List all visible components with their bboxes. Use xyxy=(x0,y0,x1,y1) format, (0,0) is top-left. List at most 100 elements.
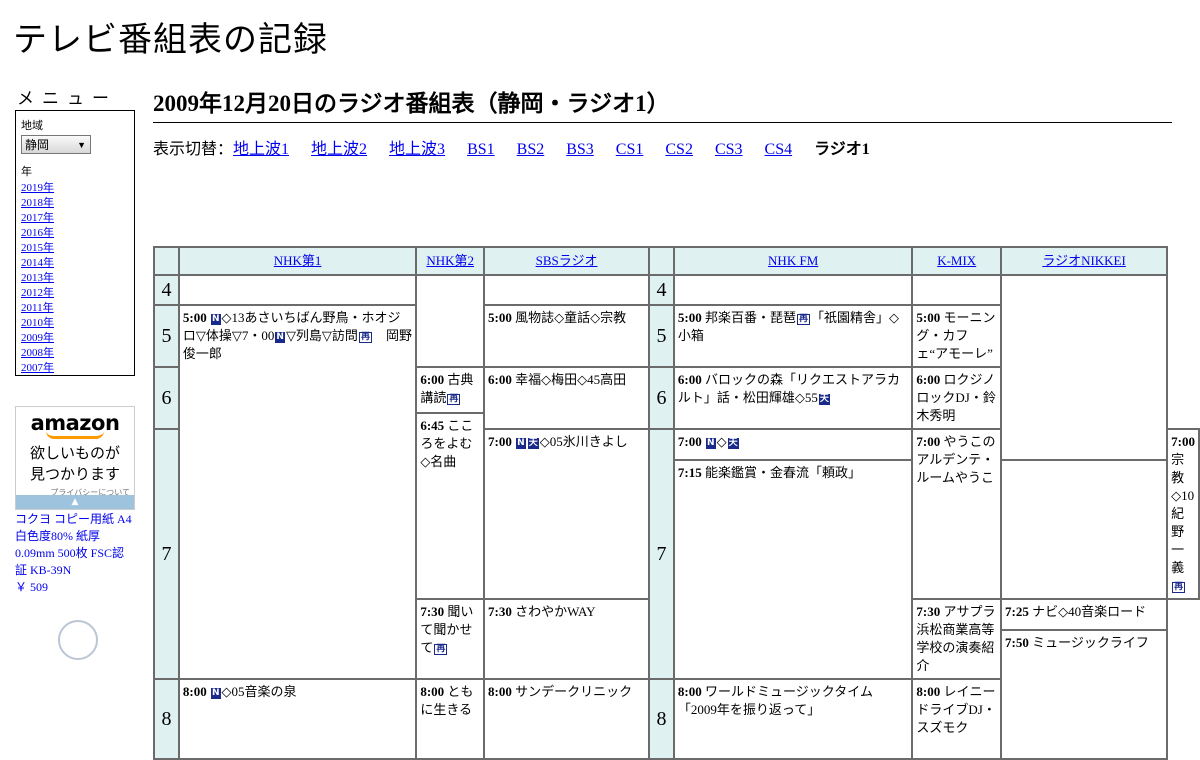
year-link-2008[interactable]: 2008年 xyxy=(21,347,54,359)
ad-product[interactable]: コクヨ コピー用紙 A4 白色度80% 紙厚 0.09mm 500枚 FSC認証… xyxy=(15,511,135,596)
channel-switcher: 表示切替：地上波1 地上波2 地上波3 BS1 BS2 BS3 CS1 CS2 CS3 CS4 ラジ… xyxy=(153,135,870,159)
program-cell[interactable]: 7:00 N 天 ◇05氷川きよし xyxy=(483,428,651,600)
program-cell xyxy=(177,274,418,306)
program-cell[interactable]: 7:50 ミュージックライフ xyxy=(1000,629,1169,760)
hour-cell: 7 xyxy=(648,428,675,680)
rerun-mark-icon: 再 xyxy=(358,332,372,343)
program-cell xyxy=(911,274,1003,306)
program-cell[interactable]: 6:00 バロックの森「リクエストアラカルト」話・松田輝雄◇55 天 xyxy=(672,366,914,430)
news-mark-icon: N xyxy=(275,332,285,343)
year-link-2009[interactable]: 2009年 xyxy=(21,332,54,344)
channel-header-nhkfm: NHK FM xyxy=(672,246,914,276)
site-title: テレビ番組表の記録 xyxy=(13,20,328,60)
program-cell[interactable]: 7:00 やうこのアルデンテ・ルームやうこ xyxy=(911,428,1003,600)
channel-link-kmix[interactable]: K-MIX xyxy=(937,253,976,268)
year-link-2012[interactable]: 2012年 xyxy=(21,287,54,299)
weather-mark-icon: 天 xyxy=(818,394,830,405)
channel-link-nhkfm[interactable]: NHK FM xyxy=(768,253,818,268)
program-cell[interactable]: 5:00 邦楽百番・琵琶再「祇園精舎」◇小箱 xyxy=(672,304,914,368)
channel-header-sbs: SBSラジオ xyxy=(483,246,651,276)
program-cell[interactable]: 8:00 レイニードライブDJ・スズモク xyxy=(911,678,1003,760)
program-cell[interactable]: 5:00 モーニング・カフェ“アモーレ” xyxy=(911,304,1003,368)
program-cell[interactable]: 7:30 さわやかWAY xyxy=(483,598,651,680)
channel-header-nikkei: ラジオNIKKEI xyxy=(1000,246,1169,276)
channel-link-nhk1[interactable]: NHK第1 xyxy=(274,253,322,268)
menu-panel: 地域 静岡 ▼ 年 2019年 2018年 2017年 2016年 2015年 … xyxy=(15,110,135,376)
page-title: 2009年12月20日のラジオ番組表（静岡・ラジオ1） xyxy=(153,84,1172,123)
hour-cell: 7 xyxy=(153,428,180,680)
corner-cell xyxy=(153,246,180,276)
menu-title: メニュー xyxy=(17,89,117,109)
channel-link-nhk2[interactable]: NHK第2 xyxy=(426,253,474,268)
program-cell[interactable]: 8:00 N ◇05音楽の泉 xyxy=(177,678,418,760)
year-link-2016[interactable]: 2016年 xyxy=(21,227,54,239)
hour-cell: 6 xyxy=(648,366,675,430)
year-link-2010[interactable]: 2010年 xyxy=(21,317,54,329)
weather-mark-icon: 天 xyxy=(527,438,539,449)
switch-link-cs4[interactable]: CS4 xyxy=(765,141,793,158)
program-cell[interactable]: 7:30 聞いて聞かせて再 xyxy=(415,598,486,680)
switch-link-bs2[interactable]: BS2 xyxy=(517,141,545,158)
channel-header-kmix: K-MIX xyxy=(911,246,1003,276)
year-link-2017[interactable]: 2017年 xyxy=(21,212,54,224)
switch-link-terrestrial2[interactable]: 地上波2 xyxy=(311,141,367,158)
hour-cell: 8 xyxy=(648,678,675,760)
rerun-mark-icon: 再 xyxy=(797,314,811,325)
rerun-mark-icon: 再 xyxy=(434,644,448,655)
switch-link-cs1[interactable]: CS1 xyxy=(616,141,644,158)
program-cell[interactable]: 6:00 古典講読再 xyxy=(415,366,486,414)
program-cell[interactable]: 6:00 幸福◇梅田◇45高田 xyxy=(483,366,651,430)
year-list: 2019年 2018年 2017年 2016年 2015年 2014年 2013… xyxy=(21,181,129,376)
corner-cell xyxy=(648,246,675,276)
year-link-2011[interactable]: 2011年 xyxy=(21,302,54,314)
program-cell[interactable]: 7:00 宗教◇10紀野一義再 xyxy=(1166,428,1200,600)
switch-link-terrestrial1[interactable]: 地上波1 xyxy=(233,141,289,158)
year-link-2013[interactable]: 2013年 xyxy=(21,272,54,284)
program-cell[interactable]: 7:00 N ◇ 天 xyxy=(672,428,914,461)
switch-link-cs3[interactable]: CS3 xyxy=(715,141,743,158)
program-cell[interactable]: 6:45 こころをよむ◇名曲 xyxy=(415,412,486,600)
ad-expand-icon[interactable]: ▲ xyxy=(16,495,134,509)
program-cell[interactable]: 6:00 ロクジノロックDJ・鈴木秀明 xyxy=(911,366,1003,430)
region-select-value: 静岡 xyxy=(25,138,50,152)
channel-header-nhk2: NHK第2 xyxy=(415,246,486,276)
region-select[interactable]: 静岡 ▼ xyxy=(21,135,91,154)
program-cell[interactable]: 8:00 ともに生きる xyxy=(415,678,486,760)
hour-cell: 5 xyxy=(648,304,675,368)
hour-cell: 6 xyxy=(153,366,180,430)
ad-banner[interactable]: amazon 欲しいものが 見つかります プライバシーについて ▲ xyxy=(15,406,135,510)
hour-cell: 5 xyxy=(153,304,180,368)
year-link-2014[interactable]: 2014年 xyxy=(21,257,54,269)
switch-link-bs1[interactable]: BS1 xyxy=(467,141,495,158)
year-link-2019[interactable]: 2019年 xyxy=(21,182,54,194)
program-cell[interactable]: 7:15 能楽鑑賞・金春流「頼政」 xyxy=(672,459,914,680)
program-cell xyxy=(415,274,486,368)
program-cell[interactable]: 5:00 N ◇13あさいちばん野鳥・ホオジロ▽体操▽7・00 N ▽列島▽訪問再 岡… xyxy=(177,304,418,680)
schedule-table: NHK第1 NHK第2 SBSラジオ NHK FM K-MIX ラジオNIKKE… xyxy=(153,246,1200,760)
year-label: 年 xyxy=(21,166,32,178)
hour-cell: 4 xyxy=(648,274,675,306)
year-link-2007[interactable]: 2007年 xyxy=(21,362,54,374)
year-link-2018[interactable]: 2018年 xyxy=(21,197,54,209)
ad-price: ￥ 509 xyxy=(15,580,49,594)
year-link-2015[interactable]: 2015年 xyxy=(21,242,54,254)
switch-link-bs3[interactable]: BS3 xyxy=(566,141,594,158)
switch-link-cs2[interactable]: CS2 xyxy=(665,141,693,158)
channel-link-nikkei[interactable]: ラジオNIKKEI xyxy=(1042,253,1126,268)
ad-product-link[interactable]: コクヨ コピー用紙 A4 白色度80% 紙厚 0.09mm 500枚 FSC認証… xyxy=(15,512,132,577)
clock-image-icon xyxy=(58,620,98,660)
news-mark-icon: N xyxy=(706,438,716,449)
program-cell[interactable]: 5:00 風物誌◇童話◇宗教 xyxy=(483,304,651,368)
hour-cell: 4 xyxy=(153,274,180,306)
weather-mark-icon: 天 xyxy=(727,438,739,449)
program-cell[interactable]: 8:00 サンデークリニック xyxy=(483,678,651,760)
switch-link-terrestrial3[interactable]: 地上波3 xyxy=(389,141,445,158)
program-cell[interactable]: 8:00 ワールドミュージックタイム「2009年を振り返って」 xyxy=(672,678,914,760)
program-cell[interactable]: 7:30 アサプラ浜松商業高等学校の演奏紹介 xyxy=(911,598,1003,680)
program-cell[interactable]: 7:25 ナビ◇40音楽ロード xyxy=(1000,598,1169,631)
region-label: 地域 xyxy=(21,120,43,132)
program-cell xyxy=(672,274,914,306)
channel-link-sbs[interactable]: SBSラジオ xyxy=(536,253,598,268)
rerun-mark-icon: 再 xyxy=(447,394,461,405)
rerun-mark-icon: 再 xyxy=(1172,582,1186,593)
